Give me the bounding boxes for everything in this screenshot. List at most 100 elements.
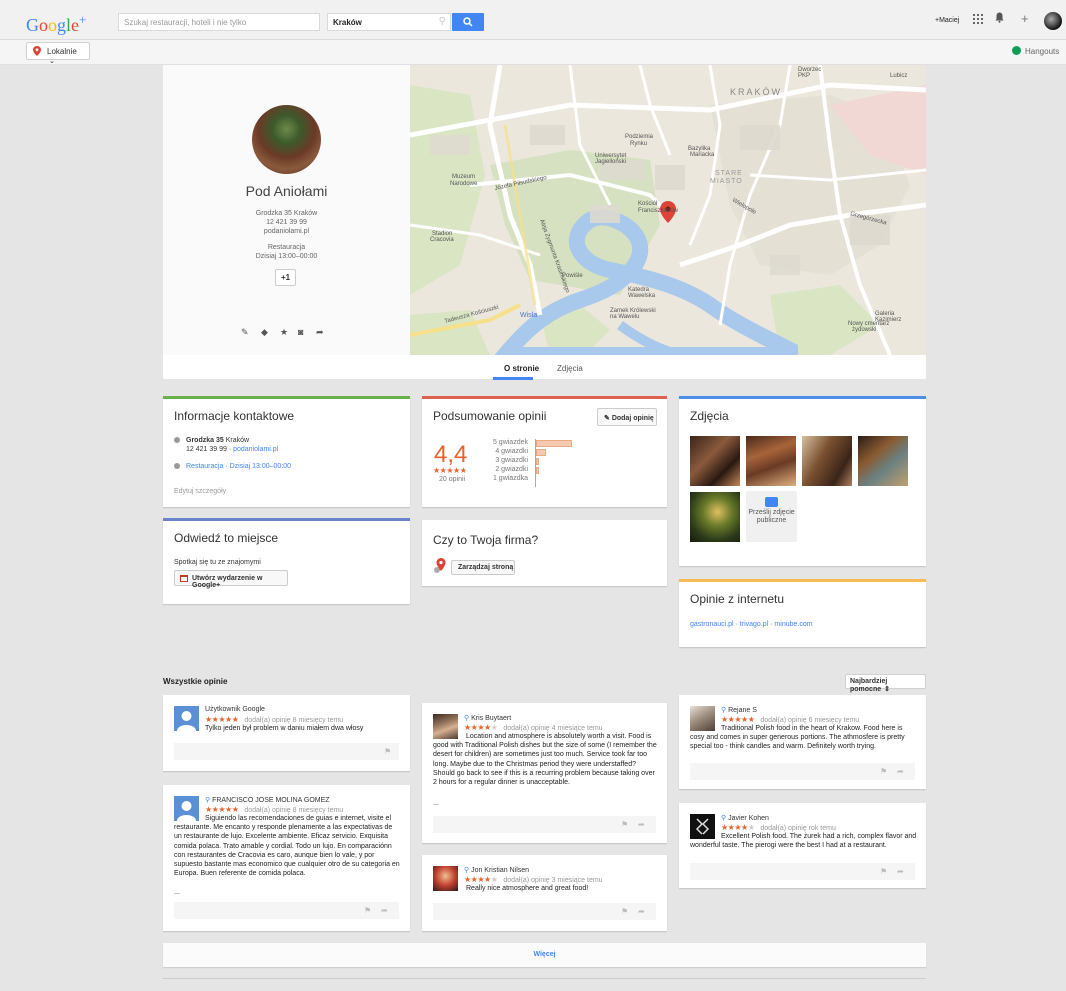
- flag-icon[interactable]: ⚑: [621, 820, 628, 829]
- plus-one-button[interactable]: +1: [275, 269, 296, 286]
- visit-card: Odwiedź to miejsce Spotkaj się tu ze zna…: [163, 518, 410, 604]
- share-plus-icon[interactable]: +: [1021, 11, 1029, 26]
- reviewer-name[interactable]: ⚲ Javier Kohen: [721, 814, 769, 822]
- share-arrow-icon[interactable]: ➦: [638, 907, 645, 916]
- svg-text:Jagielloński: Jagielloński: [595, 159, 626, 165]
- svg-text:Rynku: Rynku: [630, 141, 647, 147]
- review-card: Użytkownik Google ★★★★★ dodał(a) opinię 8…: [163, 695, 410, 771]
- directions-icon[interactable]: ◆: [261, 327, 268, 338]
- more-reviews-button[interactable]: Więcej: [163, 943, 926, 967]
- location-map[interactable]: KRAKÓW STARE MIASTO Wisła Podziemia Rynku…: [410, 65, 926, 355]
- reviewer-avatar[interactable]: [174, 706, 199, 731]
- category-hours-link[interactable]: Restauracja · Dzisiaj 13:00–00:00: [186, 463, 291, 470]
- reviewer-name[interactable]: Użytkownik Google: [205, 706, 265, 713]
- user-name-link[interactable]: +Maciej: [935, 17, 959, 24]
- visit-subtitle: Spotkaj się tu ze znajomymi: [174, 559, 261, 566]
- website-link[interactable]: podaniolami.pl: [233, 446, 278, 453]
- share-arrow-icon[interactable]: ➦: [381, 906, 388, 915]
- svg-text:PKP: PKP: [798, 73, 810, 79]
- edit-details-link[interactable]: Edytuj szczegóły: [174, 487, 226, 496]
- review-date: dodał(a) opinię 8 miesięcy temu: [244, 807, 344, 814]
- review-date: dodał(a) opinię 6 miesięcy temu: [760, 717, 860, 724]
- share-arrow-icon[interactable]: ➦: [316, 327, 324, 338]
- sub-bar: Lokalnie ⌄ Hangouts: [0, 40, 1066, 65]
- notifications-bell-icon[interactable]: [995, 12, 1004, 26]
- search-input[interactable]: Szukaj restauracji, hoteli i nie tylko: [118, 13, 320, 31]
- camera-icon[interactable]: ◙: [298, 327, 303, 337]
- create-event-button[interactable]: Utwórz wydarzenie w Google+: [174, 570, 288, 589]
- review-meta: ★★★★★ dodał(a) opinię rok temu: [721, 823, 836, 832]
- review-stars: ★★★★★: [205, 715, 239, 724]
- card-title: Odwiedź to miejsce: [174, 531, 279, 545]
- web-review-links[interactable]: gastronauci.pl · trivago.pl · minube.com: [690, 620, 813, 629]
- local-dropdown[interactable]: Lokalnie ⌄: [26, 42, 90, 65]
- card-accent-bar: [679, 396, 926, 399]
- place-avatar[interactable]: [252, 105, 321, 174]
- reviewer-name[interactable]: ⚲ FRANCISCO JOSE MOLINA GOMEZ: [205, 796, 330, 804]
- star-icon[interactable]: ★: [280, 327, 288, 338]
- location-input[interactable]: Kraków ⚲: [327, 13, 451, 31]
- review-footer: ⚑ ➦: [433, 816, 656, 833]
- flag-icon[interactable]: ⚑: [880, 867, 887, 876]
- reviewer-name[interactable]: ⚲ Rejane S: [721, 706, 757, 714]
- hangouts-link[interactable]: Hangouts: [1012, 46, 1059, 56]
- sort-arrows-icon: ⇕: [884, 686, 890, 693]
- card-accent-bar: [163, 396, 410, 399]
- photo-thumbnail[interactable]: [858, 436, 908, 486]
- share-arrow-icon[interactable]: ➦: [638, 820, 645, 829]
- histogram-bar: [536, 467, 539, 474]
- search-button[interactable]: [452, 13, 484, 31]
- review-stars: ★★★★★: [721, 715, 755, 724]
- flag-icon[interactable]: ⚑: [364, 906, 371, 915]
- review-ellipsis[interactable]: ...: [174, 888, 180, 897]
- place-category-block: Restauracja Dzisiaj 13:00–00:00: [163, 243, 410, 261]
- svg-text:Narodowe: Narodowe: [450, 181, 478, 187]
- histogram-row: 3 gwiazdki: [476, 457, 596, 466]
- review-footer: ⚑ ➦: [690, 763, 915, 780]
- reviewer-avatar[interactable]: [433, 866, 458, 891]
- upload-photo-button[interactable]: Prześlij zdjęcie publiczne: [746, 491, 797, 542]
- place-name: Pod Aniołami: [245, 183, 328, 199]
- review-text: Really nice atmosphere and great food!: [466, 885, 589, 892]
- map-canvas: KRAKÓW STARE MIASTO Wisła PodziemiaRynku…: [410, 65, 926, 355]
- review-card: ⚲ Rejane S ★★★★★ dodał(a) opinię 6 miesię…: [679, 695, 926, 789]
- apps-grid-icon[interactable]: [973, 14, 983, 24]
- reviewer-name[interactable]: ⚲ Kris Buytaert: [464, 714, 511, 722]
- share-arrow-icon[interactable]: ➦: [897, 867, 904, 876]
- user-avatar[interactable]: [1044, 12, 1062, 30]
- search-icon: [463, 17, 473, 27]
- add-review-button[interactable]: ✎ Dodaj opinię: [597, 408, 657, 426]
- photo-thumbnail[interactable]: [690, 492, 740, 542]
- place-actions: ✎ ◆ ★ ◙ ➦: [241, 327, 331, 339]
- share-arrow-icon[interactable]: ➦: [897, 767, 904, 776]
- flag-icon[interactable]: ⚑: [384, 747, 391, 756]
- histogram-row: 5 gwiazdek: [476, 439, 596, 448]
- reviewer-name[interactable]: ⚲ Jon Kristian Nilsen: [464, 866, 529, 874]
- manage-page-button[interactable]: Zarządzaj stroną: [451, 560, 515, 575]
- hangouts-label: Hangouts: [1025, 47, 1060, 56]
- web-reviews-card: Opinie z internetu gastronauci.pl · triv…: [679, 579, 926, 647]
- tab-photos[interactable]: Zdjęcia: [557, 364, 583, 373]
- card-accent-bar: [163, 518, 410, 521]
- flag-icon[interactable]: ⚑: [880, 767, 887, 776]
- flag-icon[interactable]: ⚑: [621, 907, 628, 916]
- reviewer-name-text: Kris Buytaert: [471, 715, 512, 722]
- card-title: Podsumowanie opinii: [433, 409, 547, 423]
- location-pin-icon: [174, 437, 180, 443]
- google-plus-logo[interactable]: Google+: [26, 12, 86, 36]
- review-stars: ★★★★★: [205, 805, 239, 814]
- contact-info-card: Informacje kontaktowe Grodzka 35 Kraków …: [163, 396, 410, 507]
- tab-about[interactable]: O stronie: [504, 364, 539, 373]
- histogram-row: 1 gwiazdka: [476, 475, 596, 484]
- place-website[interactable]: podaniolami.pl: [163, 227, 410, 236]
- place-category: Restauracja: [267, 244, 306, 251]
- review-footer: ⚑: [174, 743, 399, 760]
- card-accent-bar: [679, 579, 926, 582]
- sort-dropdown[interactable]: Najbardziej pomocne ⇕: [845, 674, 926, 693]
- edit-pencil-icon[interactable]: ✎: [241, 327, 249, 338]
- photo-thumbnail[interactable]: [746, 436, 796, 486]
- photo-thumbnail[interactable]: [802, 436, 852, 486]
- photo-thumbnail[interactable]: [690, 436, 740, 486]
- review-ellipsis[interactable]: ...: [433, 799, 439, 808]
- svg-text:Franciszkanów: Franciszkanów: [638, 208, 679, 214]
